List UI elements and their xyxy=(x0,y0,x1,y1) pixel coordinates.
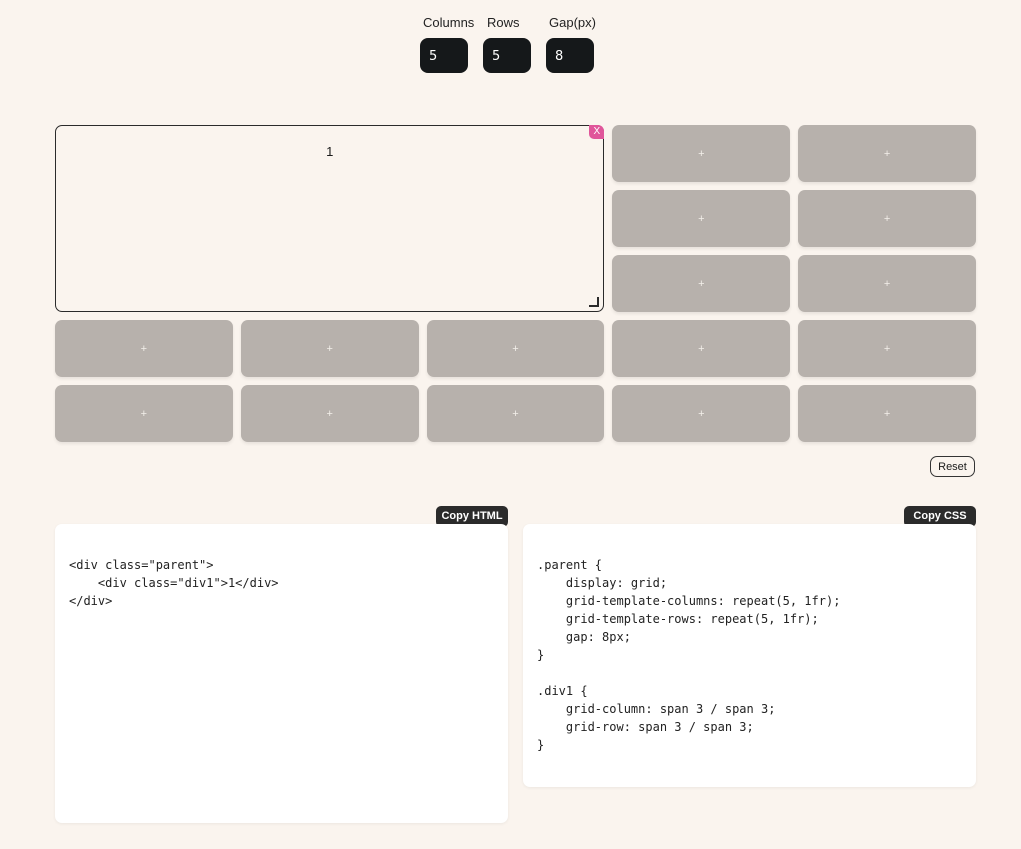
grid-cell-add[interactable]: + xyxy=(798,385,976,442)
grid-cell-add[interactable]: + xyxy=(55,385,233,442)
grid-item-label: 1 xyxy=(326,144,334,159)
grid-cell-add[interactable]: + xyxy=(426,385,605,442)
grid-cell-add[interactable]: + xyxy=(798,255,976,312)
grid-cell-add[interactable]: + xyxy=(426,320,605,377)
grid-cell-add[interactable]: + xyxy=(612,385,791,442)
grid-cell-add[interactable]: + xyxy=(240,320,419,377)
gap-label: Gap(px) xyxy=(549,15,596,30)
rows-label: Rows xyxy=(487,15,520,30)
grid-canvas: 1 X + + + + + + + + + + + + + + + + xyxy=(55,125,976,442)
rows-input[interactable]: 5 xyxy=(483,38,531,73)
grid-cell-add[interactable]: + xyxy=(798,320,976,377)
css-code: .parent { display: grid; grid-template-c… xyxy=(537,558,841,752)
grid-cell-add[interactable]: + xyxy=(240,385,419,442)
grid-cell-add[interactable]: + xyxy=(798,125,976,182)
grid-cell-add[interactable]: + xyxy=(55,320,233,377)
grid-cell-add[interactable]: + xyxy=(612,320,791,377)
grid-cell-add[interactable]: + xyxy=(612,190,791,247)
grid-cell-add[interactable]: + xyxy=(612,125,791,182)
columns-label: Columns xyxy=(423,15,475,30)
grid-cell-add[interactable]: + xyxy=(798,190,976,247)
gap-input[interactable]: 8 xyxy=(546,38,594,73)
reset-button[interactable]: Reset xyxy=(930,456,975,477)
css-code-panel: .parent { display: grid; grid-template-c… xyxy=(523,524,976,787)
delete-item-button[interactable]: X xyxy=(589,125,605,139)
html-code-panel: <div class="parent"> <div class="div1">1… xyxy=(55,524,508,823)
grid-cell-add[interactable]: + xyxy=(612,255,791,312)
columns-input[interactable]: 5 xyxy=(420,38,468,73)
html-code: <div class="parent"> <div class="div1">1… xyxy=(69,558,279,608)
grid-item-1[interactable]: 1 X xyxy=(55,125,605,312)
resize-handle[interactable] xyxy=(589,297,600,307)
